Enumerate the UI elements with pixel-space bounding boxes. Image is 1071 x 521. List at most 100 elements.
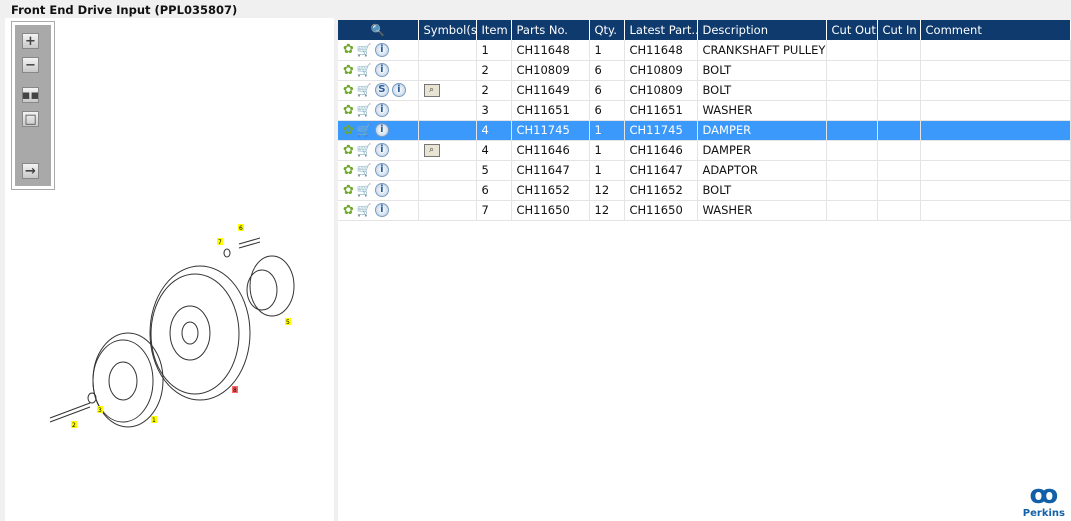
cell-qty: 6 (589, 60, 625, 81)
row-actions: ✿ 🛒 i (338, 120, 419, 141)
row-actions: ✿ 🛒 Si (338, 80, 419, 101)
callout-1[interactable]: 1 (152, 417, 156, 424)
cell-cutin (877, 200, 921, 221)
cell-latest: CH10809 (624, 80, 698, 101)
column-header[interactable]: Description (697, 20, 827, 40)
cell-desc: ADAPTOR (697, 160, 827, 181)
cell-cutout (826, 100, 878, 121)
column-header[interactable]: Item (476, 20, 512, 40)
gear-icon[interactable]: ✿ (343, 103, 354, 118)
symbol-cell: ⌕ (418, 80, 477, 101)
callout-7[interactable]: 7 (218, 239, 222, 246)
cell-latest: CH11648 (624, 40, 698, 61)
cell-qty: 1 (589, 120, 625, 141)
cell-cutin (877, 180, 921, 201)
cart-icon[interactable]: 🛒 (357, 183, 372, 197)
cart-icon[interactable]: 🛒 (357, 163, 372, 177)
cart-icon[interactable]: 🛒 (357, 143, 372, 157)
info-icon[interactable]: i (374, 123, 389, 137)
cell-cutin (877, 120, 921, 141)
cell-latest: CH11646 (624, 140, 698, 161)
table-row[interactable]: ✿ 🛒 i 7 CH11650 12 CH11650 WASHER (338, 200, 1071, 221)
cart-icon[interactable]: 🛒 (357, 123, 372, 137)
cell-part: CH10809 (511, 60, 590, 81)
cell-comment (920, 40, 1071, 61)
search-icon[interactable]: 🔍 (371, 23, 385, 37)
gear-icon[interactable]: ✿ (343, 83, 354, 98)
table-row[interactable]: ✿ 🛒 i ⌕ 4 CH11646 1 CH11646 DAMPER (338, 140, 1071, 161)
info-icon[interactable]: i (391, 83, 406, 97)
gear-icon[interactable]: ✿ (343, 163, 354, 178)
column-header[interactable]: Parts No. (511, 20, 590, 40)
diagram-panel[interactable]: + − ▪▪ □ → 7 6 5 8 1 3 2 (5, 18, 334, 521)
cell-item: 7 (476, 200, 512, 221)
info-icon[interactable]: i (374, 63, 389, 77)
cart-icon[interactable]: 🛒 (357, 43, 372, 57)
cell-qty: 12 (589, 200, 625, 221)
cell-cutout (826, 200, 878, 221)
cell-cutin (877, 60, 921, 81)
cell-latest: CH11652 (624, 180, 698, 201)
parts-diagram[interactable]: 7 6 5 8 1 3 2 (5, 18, 334, 521)
callout-5[interactable]: 5 (286, 319, 290, 326)
table-row[interactable]: ✿ 🛒 i 2 CH10809 6 CH10809 BOLT (338, 60, 1071, 81)
book-icon[interactable]: ⌕ (423, 144, 440, 157)
info-icon[interactable]: i (374, 183, 389, 197)
book-icon[interactable]: ⌕ (423, 84, 440, 97)
cell-item: 3 (476, 100, 512, 121)
cell-qty: 12 (589, 180, 625, 201)
table-row[interactable]: ✿ 🛒 i 4 CH11745 1 CH11745 DAMPER (338, 120, 1071, 141)
info-icon[interactable]: i (374, 103, 389, 117)
supersession-icon[interactable]: S (374, 83, 389, 97)
cell-cutout (826, 160, 878, 181)
table-row[interactable]: ✿ 🛒 Si ⌕ 2 CH11649 6 CH10809 BOLT (338, 80, 1071, 101)
cell-qty: 6 (589, 100, 625, 121)
column-header[interactable]: Comment (920, 20, 1071, 40)
gear-icon[interactable]: ✿ (343, 123, 354, 138)
column-header[interactable]: Cut Out (826, 20, 878, 40)
cell-comment (920, 140, 1071, 161)
gear-icon[interactable]: ✿ (343, 183, 354, 198)
gear-icon[interactable]: ✿ (343, 63, 354, 78)
cart-icon[interactable]: 🛒 (357, 83, 372, 97)
symbol-cell (418, 120, 477, 141)
gear-icon[interactable]: ✿ (343, 143, 354, 158)
table-row[interactable]: ✿ 🛒 i 3 CH11651 6 CH11651 WASHER (338, 100, 1071, 121)
info-icon[interactable]: i (374, 203, 389, 217)
cell-part: CH11647 (511, 160, 590, 181)
column-header[interactable]: Cut In (877, 20, 921, 40)
cell-latest: CH11651 (624, 100, 698, 121)
cart-icon[interactable]: 🛒 (357, 103, 372, 117)
cell-part: CH11651 (511, 100, 590, 121)
table-row[interactable]: ✿ 🛒 i 5 CH11647 1 CH11647 ADAPTOR (338, 160, 1071, 181)
info-icon[interactable]: i (374, 163, 389, 177)
cell-part: CH11652 (511, 180, 590, 201)
info-icon[interactable]: i (374, 143, 389, 157)
row-actions: ✿ 🛒 i (338, 140, 419, 161)
table-row[interactable]: ✿ 🛒 i 1 CH11648 1 CH11648 CRANKSHAFT PULLEY (338, 40, 1071, 61)
column-header[interactable]: Symbol(s) (418, 20, 477, 40)
cell-comment (920, 160, 1071, 181)
row-actions: ✿ 🛒 i (338, 100, 419, 121)
info-icon[interactable]: i (374, 42, 389, 57)
column-header[interactable]: Qty. (589, 20, 625, 40)
gear-icon[interactable]: ✿ (343, 42, 354, 57)
cell-item: 4 (476, 140, 512, 161)
callout-8[interactable]: 8 (233, 387, 237, 394)
callout-2[interactable]: 2 (72, 422, 76, 429)
row-actions: ✿ 🛒 i (338, 160, 419, 181)
cell-item: 1 (476, 40, 512, 61)
table-row[interactable]: ✿ 🛒 i 6 CH11652 12 CH11652 BOLT (338, 180, 1071, 201)
perkins-logo: ꝏ Perkins (1023, 482, 1065, 519)
callout-6[interactable]: 6 (239, 225, 243, 232)
cell-comment (920, 180, 1071, 201)
column-header[interactable]: Latest Part... (624, 20, 698, 40)
cart-icon[interactable]: 🛒 (357, 203, 372, 217)
symbol-cell (418, 100, 477, 121)
cell-item: 6 (476, 180, 512, 201)
cart-icon[interactable]: 🛒 (357, 63, 372, 77)
gear-icon[interactable]: ✿ (343, 203, 354, 218)
cell-part: CH11648 (511, 40, 590, 61)
callout-3[interactable]: 3 (98, 407, 102, 414)
search-parts-header[interactable]: 🔍 (338, 20, 419, 40)
